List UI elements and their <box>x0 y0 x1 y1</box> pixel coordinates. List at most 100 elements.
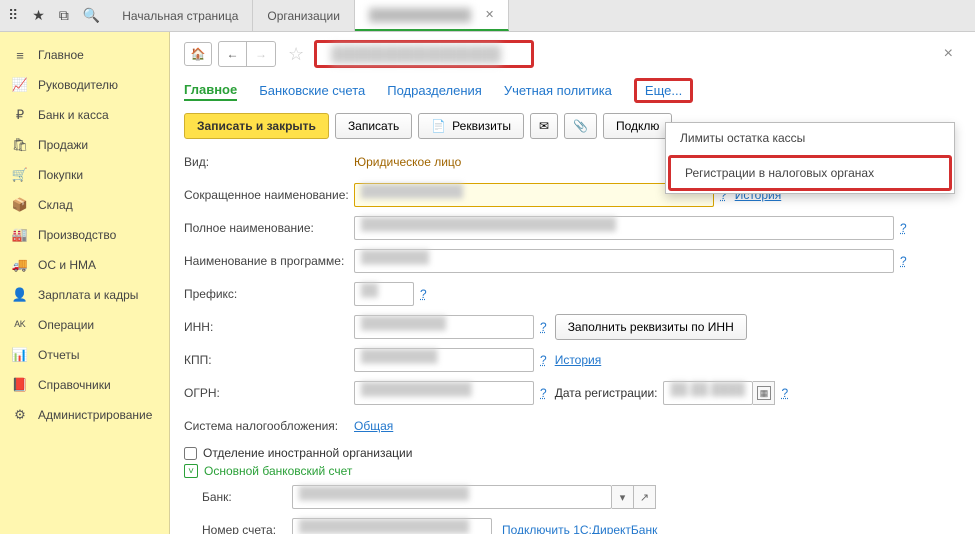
sidebar-item-operations[interactable]: ᴬᴷОперации <box>0 310 169 340</box>
more-dropdown: Лимиты остатка кассы Регистрации в налог… <box>665 122 955 194</box>
fill-by-inn-button[interactable]: Заполнить реквизиты по ИНН <box>555 314 747 340</box>
person-icon: 👤 <box>12 287 28 303</box>
ogrn-input[interactable]: █████████████ <box>354 381 534 405</box>
kpp-input[interactable]: █████████ <box>354 348 534 372</box>
tab-departments[interactable]: Подразделения <box>387 81 482 100</box>
collapse-icon[interactable]: ˅ <box>184 464 198 478</box>
sidebar-item-assets[interactable]: 🚚ОС и НМА <box>0 250 169 280</box>
bank-open-button[interactable]: ↗ <box>634 485 656 509</box>
top-bar: ⠿ ★ ⧉ 🔍 Начальная страница Организации █… <box>0 0 975 32</box>
sidebar: ≡Главное 📈Руководителю ₽Банк и касса 🛍Пр… <box>0 32 170 534</box>
ruble-icon: ₽ <box>12 107 28 123</box>
bag-icon: 🛍 <box>12 137 28 153</box>
reg-date-help[interactable]: ? <box>781 386 788 400</box>
bank-label: Банк: <box>202 490 292 504</box>
prefix-help[interactable]: ? <box>420 287 427 301</box>
details-button[interactable]: 📄Реквизиты <box>418 113 524 139</box>
short-name-input[interactable]: ████████████ <box>354 183 714 207</box>
sidebar-item-admin[interactable]: ⚙Администрирование <box>0 400 169 430</box>
prog-name-label: Наименование в программе: <box>184 254 354 268</box>
box-icon: 📦 <box>12 197 28 213</box>
prefix-label: Префикс: <box>184 287 354 301</box>
close-button[interactable]: × <box>936 45 961 63</box>
factory-icon: 🏭 <box>12 227 28 243</box>
paperclip-icon: 📎 <box>573 119 588 133</box>
prefix-input[interactable]: ██ <box>354 282 414 306</box>
page-title: ████████████████ <box>314 40 534 68</box>
inn-help[interactable]: ? <box>540 320 547 334</box>
attach-button[interactable]: 📎 <box>564 113 597 139</box>
full-name-input[interactable]: ██████████████████████████████ <box>354 216 894 240</box>
back-button[interactable]: ← <box>219 42 247 66</box>
short-name-label: Сокращенное наименование: <box>184 188 354 202</box>
mail-icon: ✉ <box>539 119 549 133</box>
favorite-icon[interactable]: ☆ <box>288 44 304 65</box>
close-tab-icon[interactable]: ✕ <box>485 8 494 21</box>
foreign-branch-label: Отделение иностранной организации <box>203 446 412 460</box>
sidebar-item-warehouse[interactable]: 📦Склад <box>0 190 169 220</box>
top-tabs: Начальная страница Организации █████████… <box>108 0 509 31</box>
doc-icon: 📄 <box>431 119 446 133</box>
history-icon[interactable]: ⧉ <box>59 7 69 24</box>
sidebar-item-sales[interactable]: 🛍Продажи <box>0 130 169 160</box>
ogrn-label: ОГРН: <box>184 386 354 400</box>
tab-main[interactable]: Главное <box>184 80 237 101</box>
cart-icon: 🛒 <box>12 167 28 183</box>
full-name-label: Полное наименование: <box>184 221 354 235</box>
mail-button[interactable]: ✉ <box>530 113 558 139</box>
sidebar-item-production[interactable]: 🏭Производство <box>0 220 169 250</box>
prog-name-help[interactable]: ? <box>900 254 907 268</box>
bank-dropdown-button[interactable]: ▾ <box>612 485 634 509</box>
inn-label: ИНН: <box>184 320 354 334</box>
top-tab-home[interactable]: Начальная страница <box>108 0 253 31</box>
save-button[interactable]: Записать <box>335 113 412 139</box>
home-button[interactable]: 🏠 <box>184 42 212 66</box>
full-name-help[interactable]: ? <box>900 221 907 235</box>
sidebar-item-bank[interactable]: ₽Банк и касса <box>0 100 169 130</box>
tax-system-label: Система налогообложения: <box>184 419 354 433</box>
ogrn-help[interactable]: ? <box>540 386 547 400</box>
connect-button[interactable]: Подклю <box>603 113 672 139</box>
chart-icon: 📈 <box>12 77 28 93</box>
inn-input[interactable]: ██████████ <box>354 315 534 339</box>
prog-name-input[interactable]: ████████ <box>354 249 894 273</box>
forward-button[interactable]: → <box>247 42 275 66</box>
sidebar-item-purchases[interactable]: 🛒Покупки <box>0 160 169 190</box>
top-icon-group: ⠿ ★ ⧉ 🔍 <box>0 7 108 24</box>
nav-arrows: ← → <box>218 41 276 67</box>
kind-value: Юридическое лицо <box>354 155 461 169</box>
tax-system-link[interactable]: Общая <box>354 419 393 433</box>
apps-icon[interactable]: ⠿ <box>8 7 18 24</box>
sidebar-item-refs[interactable]: 📕Справочники <box>0 370 169 400</box>
bank-input[interactable]: ████████████████████ <box>292 485 612 509</box>
top-tab-current[interactable]: ████████████ ✕ <box>355 0 509 31</box>
save-close-button[interactable]: Записать и закрыть <box>184 113 329 139</box>
top-tab-orgs[interactable]: Организации <box>253 0 355 31</box>
kpp-history-link[interactable]: История <box>555 353 602 367</box>
account-label: Номер счета: <box>202 523 292 534</box>
search-icon[interactable]: 🔍 <box>83 7 100 24</box>
kind-label: Вид: <box>184 155 354 169</box>
dropdown-tax-registrations[interactable]: Регистрации в налоговых органах <box>668 155 952 191</box>
main-content: 🏠 ← → ☆ ████████████████ × Главное Банко… <box>170 32 975 534</box>
calendar-icon: ▦ <box>757 386 771 400</box>
foreign-branch-checkbox[interactable] <box>184 447 197 460</box>
tab-more[interactable]: Еще... <box>634 78 693 103</box>
account-input[interactable]: ████████████████████ <box>292 518 492 534</box>
gear-icon: ⚙ <box>12 407 28 423</box>
tab-accounting-policy[interactable]: Учетная политика <box>504 81 612 100</box>
sidebar-item-reports[interactable]: 📊Отчеты <box>0 340 169 370</box>
direct-bank-link[interactable]: Подключить 1С:ДиректБанк <box>502 523 657 534</box>
sidebar-item-main[interactable]: ≡Главное <box>0 40 169 70</box>
dropdown-cash-limits[interactable]: Лимиты остатка кассы <box>666 123 954 153</box>
book-icon: 📕 <box>12 377 28 393</box>
calendar-button[interactable]: ▦ <box>753 381 775 405</box>
truck-icon: 🚚 <box>12 257 28 273</box>
sidebar-item-manager[interactable]: 📈Руководителю <box>0 70 169 100</box>
tab-bank-accounts[interactable]: Банковские счета <box>259 81 365 100</box>
reg-date-input[interactable]: ██.██.████ <box>663 381 753 405</box>
sidebar-item-salary[interactable]: 👤Зарплата и кадры <box>0 280 169 310</box>
ops-icon: ᴬᴷ <box>12 317 28 333</box>
kpp-help[interactable]: ? <box>540 353 547 367</box>
star-icon[interactable]: ★ <box>32 7 45 24</box>
